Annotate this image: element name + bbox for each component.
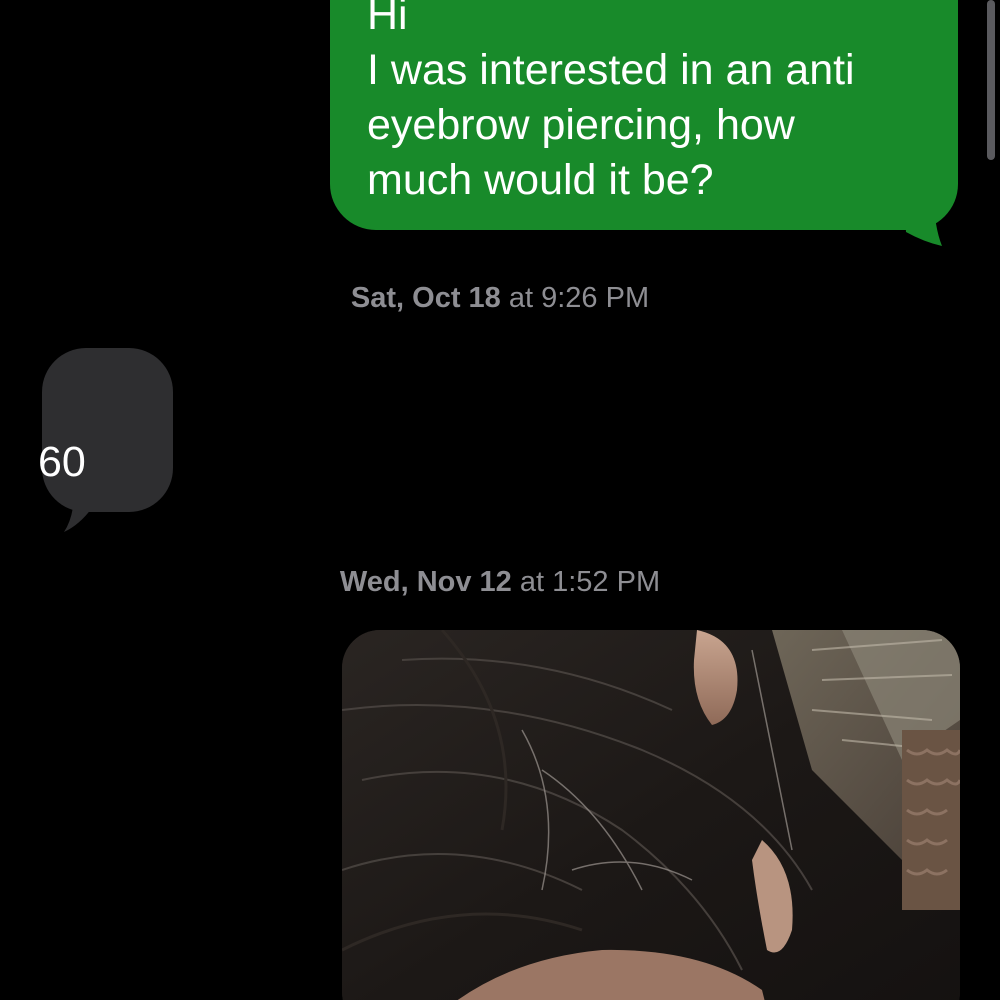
timestamp-time: 1:52 PM [552,566,661,598]
incoming-message-bubble[interactable] [42,348,173,512]
incoming-message-text: 60 [38,438,86,486]
timestamp-day: Sat, Oct 18 [350,282,501,314]
message-line: I was interested in an anti [367,46,855,94]
message-line: much would it be? [367,156,714,204]
timestamp-at: at [500,282,542,314]
photo-image [342,630,960,1000]
photo-attachment[interactable] [342,630,960,1000]
outgoing-message-bubble[interactable]: Hi I was interested in an anti eyebrow p… [330,0,958,230]
outgoing-bubble-tail [904,196,942,246]
messages-screen: Hi I was interested in an anti eyebrow p… [0,0,1000,1000]
timestamp-day: Wed, Nov 12 [339,566,512,598]
timestamp: Sat, Oct 18 at 9:26 PM [0,282,1000,315]
timestamp-time: 9:26 PM [541,282,650,314]
message-line: Hi [367,0,408,39]
message-line: eyebrow piercing, how [367,101,795,149]
scrollbar[interactable] [987,0,995,160]
timestamp-at: at [511,566,553,598]
timestamp: Wed, Nov 12 at 1:52 PM [0,566,1000,599]
